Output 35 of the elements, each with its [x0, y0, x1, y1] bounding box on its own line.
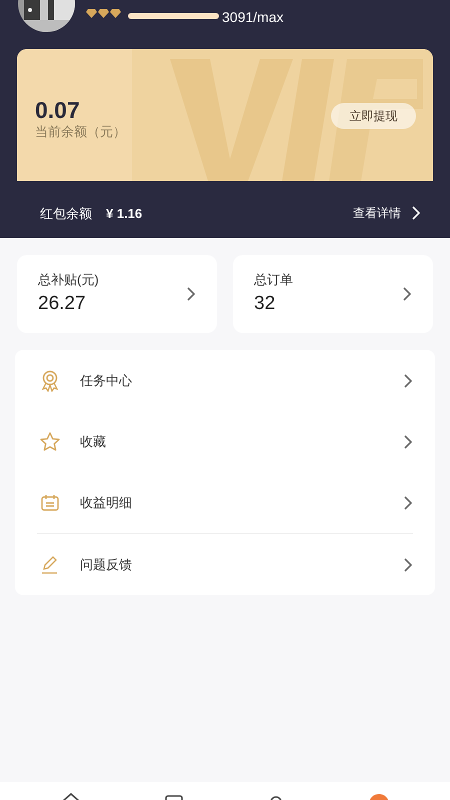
progress-reading: 3091/max [222, 8, 284, 27]
chevron-icon [403, 494, 413, 510]
menu-label: 收益明细 [80, 494, 133, 512]
chevron-icon [403, 434, 413, 450]
chevron-icon [403, 556, 413, 572]
chevron-icon [186, 286, 196, 302]
balance-amount: 0.07 [35, 96, 80, 125]
details-link[interactable]: 查看详情 [353, 204, 421, 222]
diamond-icon [110, 9, 121, 18]
calendar-icon [40, 494, 58, 511]
pencil-icon [41, 555, 58, 574]
menu-label: 问题反馈 [80, 556, 133, 574]
withdraw-button[interactable]: 立即提现 [331, 103, 416, 129]
stat-card[interactable]: 总补贴(元) 26.27 [17, 255, 217, 333]
menu-item[interactable]: 收益明细 [37, 472, 413, 533]
chevron-icon [403, 372, 413, 388]
stat-value: 26.27 [38, 292, 87, 316]
stat-card[interactable]: 总订单 32 [233, 255, 433, 333]
menu-label: 任务中心 [80, 372, 133, 390]
menu-label: 收藏 [80, 432, 107, 451]
packet-balance-amount: ¥ 1.16 [106, 205, 142, 223]
chevron-icon [411, 205, 421, 221]
packet-balance-label: 红包余额 [40, 205, 92, 223]
menu-item[interactable]: 收藏 [37, 411, 413, 472]
star-icon [40, 432, 60, 451]
diamond-icon [86, 9, 97, 18]
menu-item[interactable]: 任务中心 [37, 350, 413, 411]
stat-value: 32 [254, 292, 276, 316]
diamond-icon [98, 9, 109, 18]
menu-item[interactable]: 问题反馈 [37, 534, 413, 595]
medal-icon [40, 370, 58, 392]
stat-label: 总订单 [254, 270, 293, 288]
balance-label: 当前余额（元） [35, 123, 126, 141]
stat-label: 总补贴(元) [38, 270, 99, 289]
chevron-icon [402, 286, 412, 302]
